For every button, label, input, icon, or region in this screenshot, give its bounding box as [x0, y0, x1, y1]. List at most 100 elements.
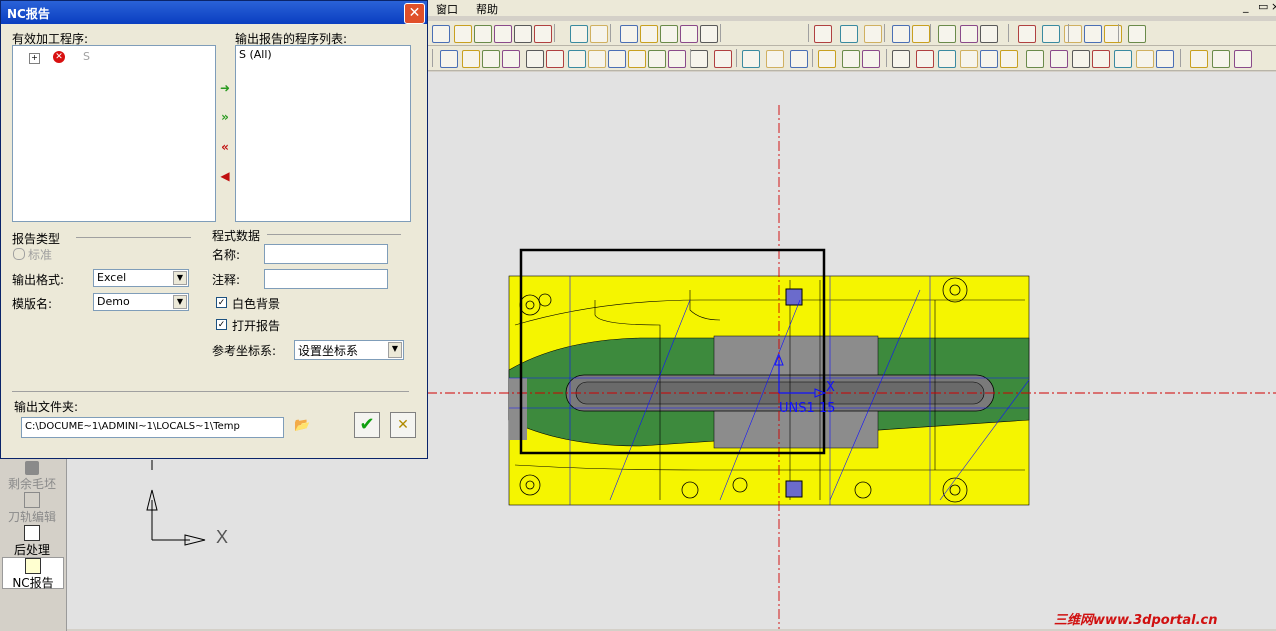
toolbar-tool-icon[interactable]: [668, 50, 686, 68]
toolbar-tool-icon[interactable]: [628, 50, 646, 68]
panel-item-nc-report[interactable]: NC报告: [2, 557, 64, 590]
toolbar-tool-icon[interactable]: [980, 50, 998, 68]
toolbar-tool-icon[interactable]: [790, 50, 808, 68]
toolbar-tool-icon[interactable]: [960, 25, 978, 43]
toolbar-tool-icon[interactable]: [840, 25, 858, 43]
toolbar-tool-icon[interactable]: [1104, 25, 1122, 43]
toolbar-tool-icon[interactable]: [680, 25, 698, 43]
toolbar-tool-icon[interactable]: [590, 25, 608, 43]
ref-coord-select[interactable]: 设置坐标系 ▼: [294, 340, 404, 360]
toolbar-tool-icon[interactable]: [526, 50, 544, 68]
folder-open-icon[interactable]: 📂: [294, 418, 312, 434]
toolbar-tool-icon[interactable]: [588, 50, 606, 68]
toolbar-tool-icon[interactable]: [1072, 50, 1090, 68]
toolbar-tool-icon[interactable]: [690, 50, 708, 68]
toolbar-tool-icon[interactable]: [938, 25, 956, 43]
post-process-icon: [24, 525, 40, 541]
toolbar-tool-icon[interactable]: [1064, 25, 1082, 43]
toolbar-tool-icon[interactable]: [482, 50, 500, 68]
output-format-select[interactable]: Excel ▼: [93, 269, 189, 287]
toolbar-tool-icon[interactable]: [916, 50, 934, 68]
list-item[interactable]: S (All): [239, 48, 272, 61]
toolbar-tool-icon[interactable]: [1000, 50, 1018, 68]
panel-item-postprocess[interactable]: 后处理: [2, 525, 62, 558]
panel-item-remaining-stock[interactable]: 剩余毛坯: [2, 461, 62, 492]
toolbar-tool-icon[interactable]: [1234, 50, 1252, 68]
chevron-down-icon[interactable]: ▼: [173, 295, 187, 309]
toolbar-tool-icon[interactable]: [570, 25, 588, 43]
output-folder-input[interactable]: C:\DOCUME~1\ADMINI~1\LOCALS~1\Temp: [21, 417, 284, 438]
toolbar-tool-icon[interactable]: [814, 25, 832, 43]
toolbar-tool-icon[interactable]: [494, 25, 512, 43]
valid-programs-tree[interactable]: + ✕ S: [12, 45, 216, 222]
toolbar-tool-icon[interactable]: [568, 50, 586, 68]
toolbar-tool-icon[interactable]: [1042, 25, 1060, 43]
report-icon: [25, 558, 41, 574]
toolbar-tool-icon[interactable]: [474, 25, 492, 43]
toolbar-tool-icon[interactable]: [742, 50, 760, 68]
remove-icon[interactable]: ◀: [218, 170, 232, 182]
toolbar-tool-icon[interactable]: [432, 25, 450, 43]
name-input[interactable]: [264, 244, 388, 264]
toolbar-tool-icon[interactable]: [892, 50, 910, 68]
toolbar-tool-icon[interactable]: [1190, 50, 1208, 68]
remove-all-icon[interactable]: «: [218, 141, 232, 153]
toolbar-tool-icon[interactable]: [640, 25, 658, 43]
toolbar-tool-icon[interactable]: [1212, 50, 1230, 68]
toolbar-tool-icon[interactable]: [608, 50, 626, 68]
panel-item-toolpath-edit[interactable]: 刀轨编辑: [2, 492, 62, 525]
toolbar-tool-icon[interactable]: [1084, 25, 1102, 43]
ok-button[interactable]: ✔: [354, 412, 380, 438]
dialog-close-button[interactable]: ✕: [404, 3, 425, 24]
toolbar-tool-icon[interactable]: [1114, 50, 1132, 68]
menu-help[interactable]: 帮助: [476, 1, 498, 17]
toolbar-tool-icon[interactable]: [766, 50, 784, 68]
toolbar-tool-icon[interactable]: [660, 25, 678, 43]
menu-window[interactable]: 窗口: [436, 1, 458, 17]
toolbar-tool-icon[interactable]: [1128, 25, 1146, 43]
toolbar-tool-icon[interactable]: [546, 50, 564, 68]
toolbar-tool-icon[interactable]: [534, 25, 552, 43]
toolbar-tool-icon[interactable]: [1018, 25, 1036, 43]
restore-icon[interactable]: ▭: [1258, 0, 1268, 13]
toolbar-tool-icon[interactable]: [1050, 50, 1068, 68]
toolbar-tool-icon[interactable]: [818, 50, 836, 68]
toolbar-tool-icon[interactable]: [648, 50, 666, 68]
toolbar-tool-icon[interactable]: [514, 25, 532, 43]
chevron-down-icon[interactable]: ▼: [388, 342, 402, 358]
note-input[interactable]: [264, 269, 388, 289]
cancel-button[interactable]: ✕: [390, 412, 416, 438]
dialog-titlebar[interactable]: NC报告 ✕: [1, 1, 427, 24]
toolbar-tool-icon[interactable]: [842, 50, 860, 68]
expand-icon[interactable]: +: [29, 53, 40, 64]
toolbar-tool-icon[interactable]: [700, 25, 718, 43]
toolbar-tool-icon[interactable]: [980, 25, 998, 43]
standard-radio[interactable]: [13, 248, 25, 260]
toolbar-tool-icon[interactable]: [912, 25, 930, 43]
template-select[interactable]: Demo ▼: [93, 293, 189, 311]
toolbar-tool-icon[interactable]: [892, 25, 910, 43]
toolbar-tool-icon[interactable]: [862, 50, 880, 68]
add-all-icon[interactable]: »: [218, 111, 232, 123]
toolbar-tool-icon[interactable]: [454, 25, 472, 43]
close-icon[interactable]: ×: [1271, 0, 1276, 13]
minimize-icon[interactable]: _: [1243, 0, 1249, 13]
toolbar-tool-icon[interactable]: [1136, 50, 1154, 68]
toolbar-tool-icon[interactable]: [938, 50, 956, 68]
chevron-down-icon[interactable]: ▼: [173, 271, 187, 285]
tree-item-program[interactable]: S: [83, 50, 90, 63]
toolbar-tool-icon[interactable]: [864, 25, 882, 43]
open-report-checkbox[interactable]: ✓: [216, 319, 227, 330]
output-program-list[interactable]: S (All): [235, 45, 411, 222]
add-icon[interactable]: ➜: [218, 82, 232, 94]
white-background-checkbox[interactable]: ✓: [216, 297, 227, 308]
toolbar-tool-icon[interactable]: [714, 50, 732, 68]
toolbar-tool-icon[interactable]: [1026, 50, 1044, 68]
toolbar-tool-icon[interactable]: [620, 25, 638, 43]
toolbar-tool-icon[interactable]: [502, 50, 520, 68]
toolbar-tool-icon[interactable]: [440, 50, 458, 68]
toolbar-tool-icon[interactable]: [1156, 50, 1174, 68]
toolbar-tool-icon[interactable]: [462, 50, 480, 68]
toolbar-tool-icon[interactable]: [1092, 50, 1110, 68]
toolbar-tool-icon[interactable]: [960, 50, 978, 68]
